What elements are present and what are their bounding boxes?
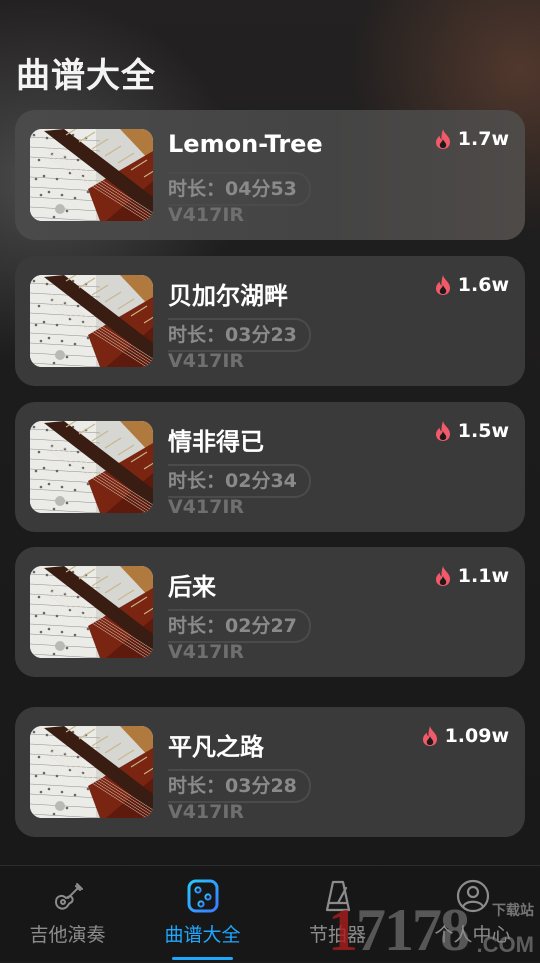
- guitar-icon: [54, 883, 83, 910]
- hot-indicator: 1.6w: [434, 274, 509, 296]
- watermark-tag: 下载站: [492, 903, 534, 919]
- score-icon: [187, 879, 218, 913]
- song-duration: 时长：04分53: [168, 172, 311, 206]
- song-thumbnail: [30, 421, 153, 513]
- hot-indicator: 1.1w: [434, 565, 509, 587]
- song-thumbnail: [30, 566, 153, 658]
- tab-label: 曲谱大全: [164, 924, 241, 946]
- hot-indicator: 1.09w: [421, 725, 509, 747]
- song-duration: 时长：03分28: [168, 769, 311, 803]
- site-watermark: 下载站 17178 .COM: [328, 898, 538, 960]
- watermark-digits-rest: 7178: [356, 897, 470, 963]
- watermark-site: .COM: [476, 932, 534, 957]
- tab-label: 吉他演奏: [29, 924, 106, 946]
- hot-count: 1.5w: [457, 420, 509, 442]
- flame-icon: [434, 420, 452, 442]
- hot-count: 1.7w: [457, 128, 509, 150]
- song-title: 平凡之路: [168, 733, 264, 761]
- watermark-digits: 17178: [328, 897, 470, 963]
- song-card[interactable]: Lemon-Tree 1.7w 时长：04分53 V417IR: [15, 110, 525, 240]
- hot-count: 1.09w: [444, 725, 509, 747]
- song-card[interactable]: 后来 1.1w 时长：02分27 V417IR: [15, 547, 525, 677]
- song-card[interactable]: 情非得已 1.5w 时长：02分34 V417IR: [15, 402, 525, 532]
- tab-guitar-play[interactable]: 吉他演奏: [0, 866, 135, 961]
- song-code: V417IR: [168, 641, 245, 663]
- hot-count: 1.6w: [457, 274, 509, 296]
- song-card[interactable]: 平凡之路 1.09w 时长：03分28 V417IR: [15, 707, 525, 837]
- watermark-digit-1: 1: [328, 897, 358, 963]
- tab-score-library[interactable]: 曲谱大全: [135, 866, 270, 961]
- song-duration: 时长：03分23: [168, 318, 311, 352]
- flame-icon: [434, 128, 452, 150]
- flame-icon: [421, 725, 439, 747]
- hot-indicator: 1.5w: [434, 420, 509, 442]
- page-title: 曲谱大全: [16, 56, 156, 96]
- song-code: V417IR: [168, 350, 245, 372]
- song-code: V417IR: [168, 204, 245, 226]
- song-code: V417IR: [168, 801, 245, 823]
- song-title: 后来: [168, 573, 216, 601]
- song-duration: 时长：02分27: [168, 609, 311, 643]
- song-thumbnail: [30, 129, 153, 221]
- flame-icon: [434, 274, 452, 296]
- song-thumbnail: [30, 275, 153, 367]
- hot-count: 1.1w: [457, 565, 509, 587]
- song-title: Lemon-Tree: [168, 130, 323, 158]
- song-title: 贝加尔湖畔: [168, 282, 288, 310]
- song-thumbnail: [30, 726, 153, 818]
- song-code: V417IR: [168, 496, 245, 518]
- song-duration: 时长：02分34: [168, 464, 311, 498]
- song-card[interactable]: 贝加尔湖畔 1.6w 时长：03分23 V417IR: [15, 256, 525, 386]
- flame-icon: [434, 565, 452, 587]
- song-title: 情非得已: [168, 428, 264, 456]
- hot-indicator: 1.7w: [434, 128, 509, 150]
